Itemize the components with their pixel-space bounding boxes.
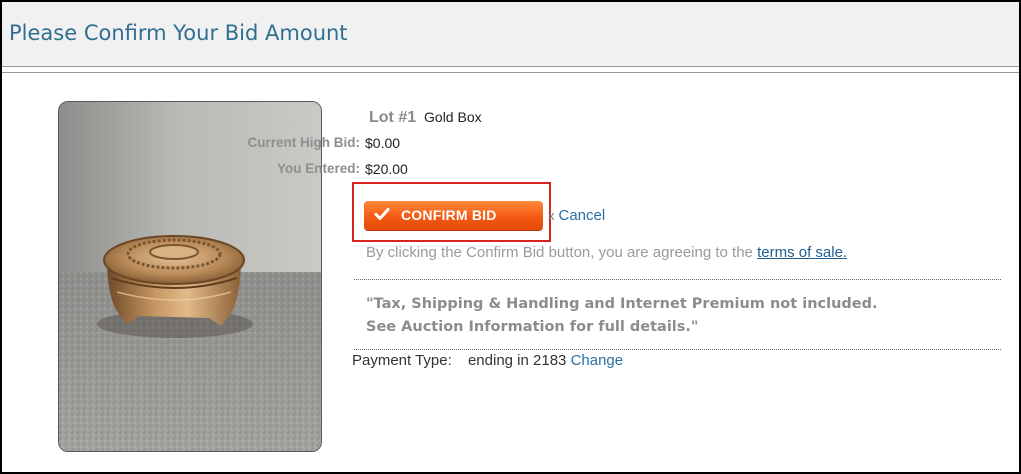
you-entered-value: $20.00: [365, 161, 408, 177]
payment-type: Payment Type: ending in 2183 Change: [352, 352, 623, 369]
payment-type-value: ending in 2183: [467, 352, 567, 369]
terms-agreement: By clicking the Confirm Bid button, you …: [366, 244, 847, 261]
terms-agreement-text: By clicking the Confirm Bid button, you …: [366, 244, 758, 261]
checkmark-icon: [374, 208, 390, 220]
current-high-bid-label: Current High Bid:: [247, 135, 361, 150]
confirm-bid-button[interactable]: CONFIRM BID: [364, 201, 543, 230]
cancel-link[interactable]: x Cancel: [548, 207, 605, 224]
change-payment-link[interactable]: Change: [571, 352, 624, 369]
you-entered-label: You Entered:: [276, 161, 360, 176]
page-title: Please Confirm Your Bid Amount: [9, 21, 348, 45]
confirm-bid-dialog: Please Confirm Your Bid Amount Lot #1 Go…: [0, 0, 1021, 474]
current-high-bid-value: $0.00: [365, 135, 401, 151]
dotted-divider: [354, 279, 1001, 280]
lot-info: Lot #1 Gold Box: [369, 109, 482, 127]
cancel-label: Cancel: [558, 207, 606, 224]
you-entered-row: You Entered:: [252, 161, 360, 181]
header-divider: [2, 72, 1019, 73]
terms-of-sale-link[interactable]: terms of sale.: [757, 244, 847, 261]
close-icon: x: [548, 208, 555, 223]
tax-notice: "Tax, Shipping & Handling and Internet P…: [366, 293, 878, 339]
tax-notice-line-1: "Tax, Shipping & Handling and Internet P…: [366, 296, 878, 312]
payment-type-label: Payment Type:: [352, 352, 452, 369]
lot-name: Gold Box: [424, 109, 482, 125]
lot-number: Lot #1: [369, 109, 417, 126]
dialog-header: Please Confirm Your Bid Amount: [2, 2, 1019, 66]
tax-notice-line-2: See Auction Information for full details…: [366, 319, 699, 335]
dotted-divider: [354, 349, 1001, 350]
header-divider: [2, 66, 1019, 67]
confirm-bid-label: CONFIRM BID: [401, 207, 497, 223]
current-high-bid-row: Current High Bid:: [248, 135, 361, 155]
